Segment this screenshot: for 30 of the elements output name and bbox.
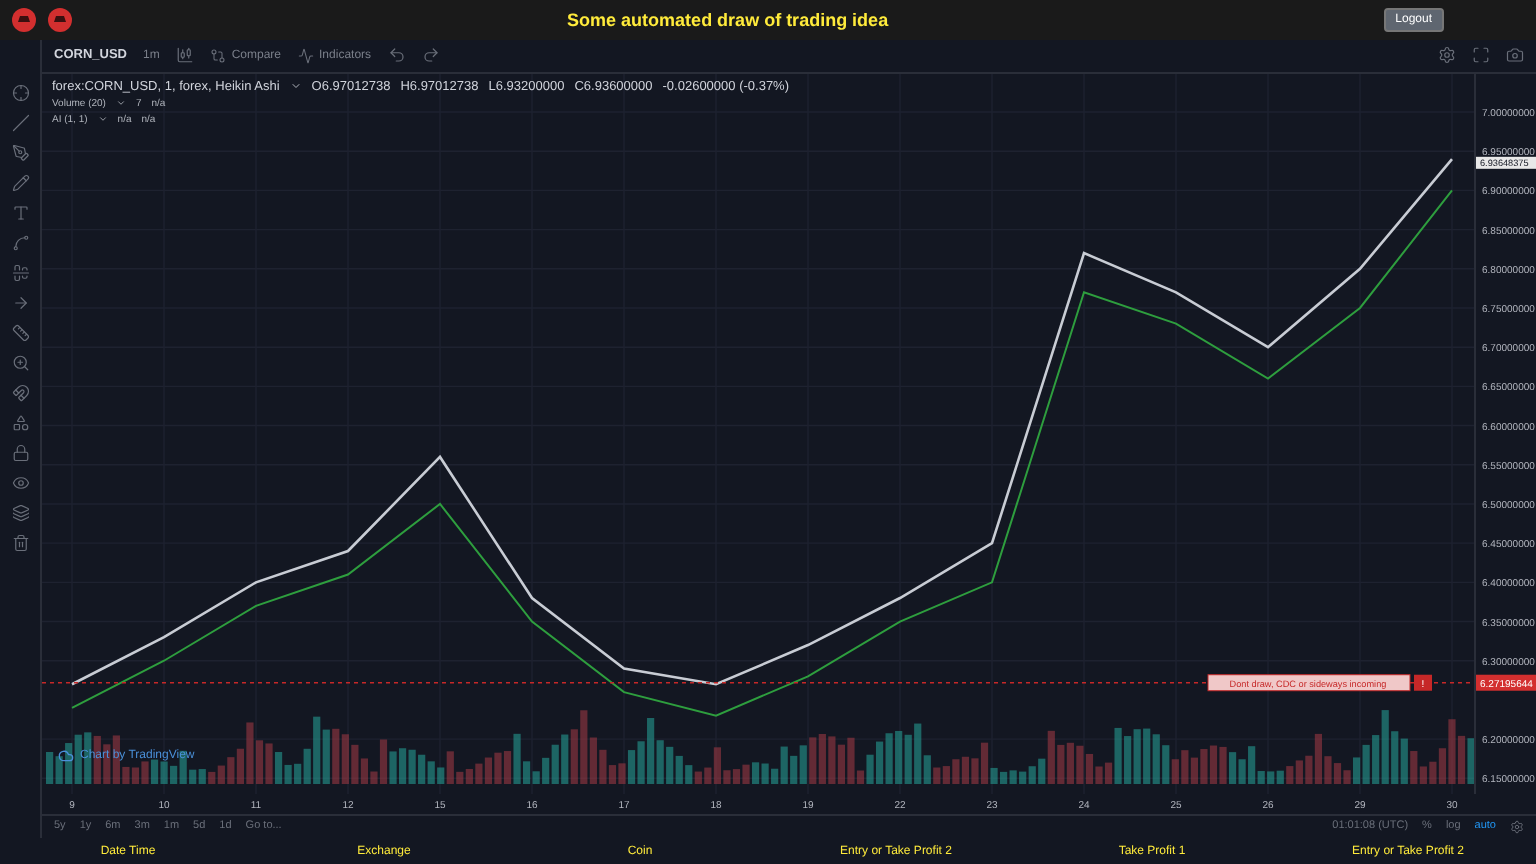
pencil-icon[interactable] bbox=[11, 174, 29, 192]
undo-icon[interactable] bbox=[387, 46, 406, 65]
profile-icon[interactable] bbox=[48, 8, 72, 32]
camera-icon[interactable] bbox=[1506, 46, 1524, 65]
page-title: Some automated draw of trading idea bbox=[565, 10, 891, 30]
compare-icon bbox=[209, 47, 226, 64]
eye-icon[interactable] bbox=[11, 474, 29, 492]
ruler-icon[interactable] bbox=[11, 324, 29, 342]
text-icon[interactable] bbox=[11, 204, 29, 222]
magnet-icon[interactable] bbox=[11, 384, 29, 402]
caret-icon[interactable] bbox=[289, 80, 302, 93]
arrow-icon[interactable] bbox=[11, 294, 29, 312]
candlestick-icon[interactable] bbox=[175, 46, 194, 65]
profile-icon[interactable] bbox=[12, 8, 36, 32]
settings-icon[interactable] bbox=[1510, 819, 1524, 834]
shapes-icon[interactable] bbox=[11, 414, 29, 432]
settings-icon[interactable] bbox=[1438, 46, 1456, 65]
crosshair-icon[interactable] bbox=[11, 84, 29, 102]
line-icon[interactable] bbox=[11, 114, 29, 132]
cloud-icon bbox=[58, 747, 74, 764]
layers-icon[interactable] bbox=[11, 504, 29, 522]
fullscreen-icon[interactable] bbox=[1472, 46, 1490, 65]
trash-icon[interactable] bbox=[11, 534, 29, 552]
pen-icon[interactable] bbox=[11, 144, 29, 162]
pulse-icon bbox=[297, 47, 314, 64]
redo-icon[interactable] bbox=[421, 46, 440, 65]
curve-icon[interactable] bbox=[11, 234, 29, 252]
zoom-icon[interactable] bbox=[11, 354, 29, 372]
align-icon[interactable] bbox=[11, 264, 29, 282]
lock-icon[interactable] bbox=[11, 444, 29, 462]
